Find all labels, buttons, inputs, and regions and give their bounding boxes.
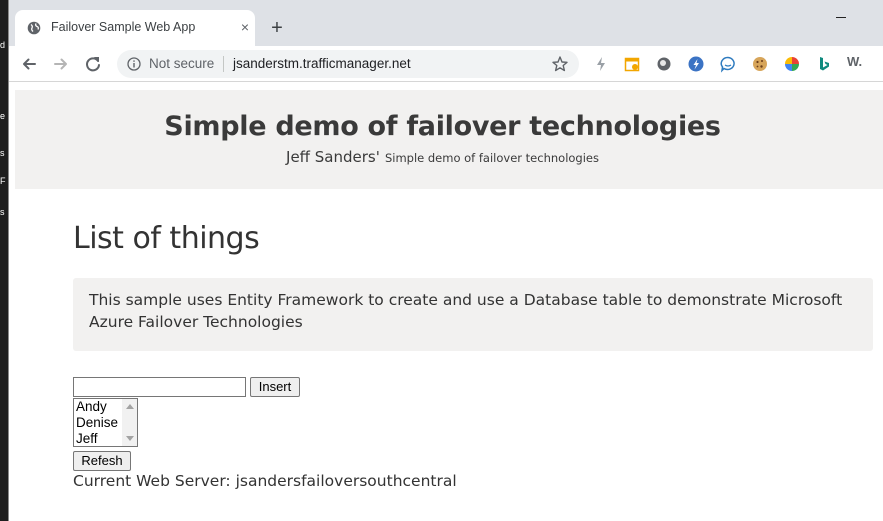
description-text: This sample uses Entity Framework to cre… [89, 291, 843, 331]
cookie-icon[interactable] [751, 55, 769, 73]
w-icon[interactable]: W. [847, 54, 869, 72]
desktop-background: d e s F s [0, 0, 8, 521]
omnibox-divider [223, 56, 224, 72]
chat-icon[interactable] [719, 55, 737, 73]
bing-icon[interactable] [815, 55, 833, 73]
page-title: Simple demo of failover technologies [164, 111, 721, 142]
desktop-text: s [0, 148, 5, 158]
security-label[interactable]: Not secure [149, 56, 214, 71]
list-item[interactable]: Andy [76, 399, 107, 415]
refresh-button[interactable]: Refesh [73, 451, 131, 471]
desktop-text: s [0, 207, 5, 217]
reload-icon[interactable] [82, 53, 104, 75]
section-heading: List of things [73, 221, 260, 256]
subtitle-text: Simple demo of failover technologies [384, 151, 599, 165]
record-icon[interactable] [655, 55, 673, 73]
bolt-icon[interactable] [592, 55, 610, 73]
list-item[interactable]: Jeff [76, 431, 98, 446]
things-listbox[interactable]: Andy Denise Jeff [73, 398, 138, 447]
insert-button[interactable]: Insert [250, 377, 300, 397]
web-page: Simple demo of failover technologies Jef… [9, 82, 883, 521]
scroll-down-arrow-icon[interactable] [126, 436, 134, 441]
globe-icon [27, 21, 41, 35]
scroll-up-arrow-icon[interactable] [126, 404, 134, 409]
tab-failover-sample[interactable]: Failover Sample Web App × [15, 10, 255, 46]
page-subtitle: Jeff Sanders' Simple demo of failover te… [15, 147, 870, 166]
list-item[interactable]: Denise [76, 415, 118, 431]
forward-icon[interactable] [50, 53, 72, 75]
browser-window: Failover Sample Web App × + Not secure j… [8, 0, 883, 521]
tab-strip: Failover Sample Web App × + [9, 0, 883, 46]
bookmark-star-icon[interactable] [551, 55, 569, 73]
calendar-icon[interactable] [623, 55, 641, 73]
browser-toolbar: Not secure jsanderstm.trafficmanager.net [9, 46, 883, 82]
new-tab-icon[interactable]: + [266, 17, 288, 39]
desktop-text: d [0, 40, 6, 50]
back-icon[interactable] [18, 53, 40, 75]
address-bar[interactable]: Not secure jsanderstm.trafficmanager.net [117, 50, 579, 78]
tab-title: Failover Sample Web App [51, 20, 196, 34]
desktop-text: e [0, 111, 6, 121]
page-header: Simple demo of failover technologies Jef… [15, 90, 883, 189]
desktop-text: F [0, 176, 6, 186]
current-server-text: Current Web Server: jsandersfailoversout… [73, 472, 457, 490]
colorwheel-icon[interactable] [783, 55, 801, 73]
close-tab-icon[interactable]: × [237, 19, 253, 35]
subtitle-author: Jeff Sanders' [286, 148, 380, 166]
description-panel: This sample uses Entity Framework to cre… [73, 278, 873, 351]
info-icon[interactable] [127, 57, 141, 71]
url-text[interactable]: jsanderstm.trafficmanager.net [233, 56, 411, 71]
listbox-scrollbar[interactable] [122, 399, 137, 446]
minimize-icon[interactable] [835, 10, 849, 24]
shield-icon[interactable] [687, 55, 705, 73]
new-item-input[interactable] [73, 377, 246, 397]
